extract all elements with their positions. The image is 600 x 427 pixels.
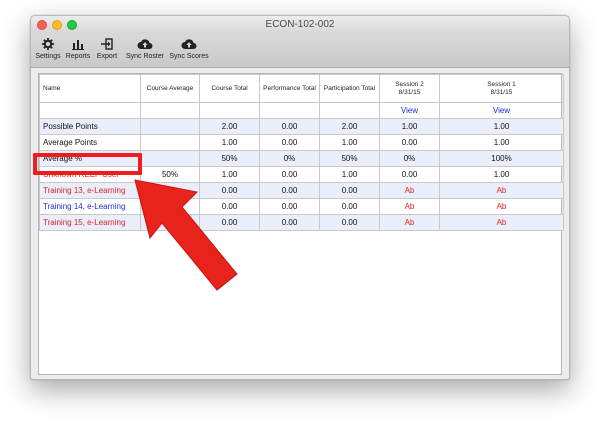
toolbar: Settings Reports Export Sync Roster Sync…	[31, 34, 569, 68]
table-row: Average Points 1.00 0.00 1.00 0.00 1.00	[39, 134, 564, 151]
cloud-sync-icon	[169, 36, 209, 52]
student-row[interactable]: Training 13, e-Learning 0% 0.00 0.00 0.0…	[39, 182, 564, 199]
table-row: Possible Points 2.00 0.00 2.00 1.00 1.00	[39, 118, 564, 135]
student-name[interactable]: Training 13, e-Learning	[39, 182, 141, 199]
view-links-row: View View	[39, 102, 564, 119]
highlight-box	[33, 153, 142, 175]
session-2-view-link[interactable]: View	[379, 102, 440, 119]
column-header-session-2[interactable]: Session 2 8/31/15	[379, 74, 440, 103]
absent-mark: Ab	[379, 182, 440, 199]
absent-mark: Ab	[379, 198, 440, 215]
student-name[interactable]: Training 15, e-Learning	[39, 214, 141, 231]
student-name[interactable]: Training 14, e-Learning	[39, 198, 141, 215]
session-2-title: Session 2	[395, 80, 424, 88]
column-header-participation-total[interactable]: Participation Total	[319, 74, 380, 103]
row-name: Possible Points	[39, 118, 141, 135]
session-1-view-link[interactable]: View	[439, 102, 564, 119]
app-window: ECON-102-002 Settings Reports Export Syn…	[30, 15, 570, 380]
gradebook-panel: Name Course Average Course Total Perform…	[38, 73, 564, 375]
absent-mark: Ab	[439, 214, 564, 231]
window-title: ECON-102-002	[265, 19, 335, 30]
column-header-course-average[interactable]: Course Average	[140, 74, 200, 103]
column-header-course-total[interactable]: Course Total	[199, 74, 260, 103]
absent-mark: Ab	[439, 182, 564, 199]
row-name: Average Points	[39, 134, 141, 151]
export-icon	[95, 36, 119, 52]
gear-icon	[34, 36, 62, 52]
export-button[interactable]: Export	[95, 36, 119, 60]
student-row[interactable]: Training 15, e-Learning 0.00 0.00 0.00 A…	[39, 214, 564, 231]
absent-mark: Ab	[439, 198, 564, 215]
column-header-name[interactable]: Name	[39, 74, 141, 103]
reports-button[interactable]: Reports	[65, 36, 91, 60]
bar-chart-icon	[65, 36, 91, 52]
session-1-title: Session 1	[487, 80, 516, 88]
student-row[interactable]: Training 14, e-Learning 0% 0.00 0.00 0.0…	[39, 198, 564, 215]
absent-mark: Ab	[379, 214, 440, 231]
table-header-row: Name Course Average Course Total Perform…	[39, 74, 564, 103]
cloud-sync-icon	[125, 36, 165, 52]
settings-button[interactable]: Settings	[34, 36, 62, 60]
session-2-date: 8/31/15	[398, 88, 421, 96]
column-header-performance-total[interactable]: Performance Total	[259, 74, 320, 103]
sync-scores-button[interactable]: Sync Scores	[169, 36, 209, 60]
title-bar[interactable]: ECON-102-002	[31, 16, 569, 34]
sync-roster-button[interactable]: Sync Roster	[125, 36, 165, 60]
column-header-session-1[interactable]: Session 1 8/31/15	[439, 74, 564, 103]
session-1-date: 8/31/15	[490, 88, 513, 96]
